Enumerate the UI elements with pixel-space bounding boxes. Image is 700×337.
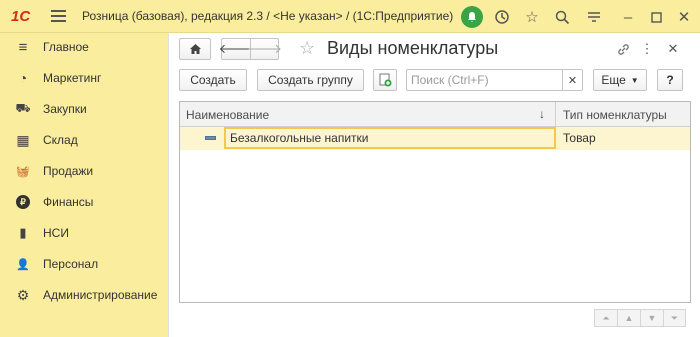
- gear-icon: ⚙: [16, 286, 30, 303]
- scroll-to-bottom-icon[interactable]: ⏷: [663, 309, 686, 327]
- close-icon[interactable]: ✕: [673, 6, 695, 28]
- dropdown-arrow-icon: ▼: [630, 75, 639, 85]
- load-from-excel-button[interactable]: [373, 69, 397, 91]
- truck-icon: ⛟: [15, 101, 31, 115]
- table-row[interactable]: Безалкогольные напитки Товар: [180, 127, 690, 150]
- link-icon[interactable]: [614, 40, 632, 58]
- maximize-icon[interactable]: [645, 6, 667, 28]
- home-button[interactable]: [179, 38, 211, 60]
- cell-name[interactable]: Безалкогольные напитки: [224, 127, 556, 149]
- history-icon[interactable]: [491, 6, 513, 28]
- more-button-label: Еще: [601, 73, 626, 87]
- sidebar-item-label: Склад: [43, 133, 78, 147]
- sidebar-item-label: Закупки: [43, 102, 87, 116]
- sidebar-item-purchases[interactable]: ⛟ Закупки: [0, 97, 168, 121]
- scroll-down-icon[interactable]: ▼: [640, 309, 663, 327]
- more-button[interactable]: Еще ▼: [593, 69, 647, 91]
- forward-arrow-icon[interactable]: 🡒: [247, 39, 282, 59]
- person-icon: 👤: [16, 258, 30, 271]
- search-input[interactable]: [407, 71, 562, 89]
- scroll-to-top-icon[interactable]: ⏶: [594, 309, 617, 327]
- help-button[interactable]: ?: [657, 69, 683, 91]
- sidebar-item-label: НСИ: [43, 226, 69, 240]
- minimize-icon[interactable]: –: [617, 6, 639, 28]
- sidebar-item-marketing[interactable]: ◔ Маркетинг: [0, 66, 168, 90]
- search-icon[interactable]: [551, 6, 573, 28]
- sidebar-item-administration[interactable]: ⚙ Администрирование: [0, 283, 168, 307]
- window-title: Розница (базовая), редакция 2.3 / <Не ук…: [82, 9, 454, 23]
- sort-down-arrow-icon: ↓: [539, 107, 545, 121]
- nomenclature-types-table: Наименование ↓ Тип номенклатуры Безалког…: [179, 101, 691, 303]
- pie-chart-icon: ◔: [18, 70, 28, 86]
- sidebar: ≡ Главное ◔ Маркетинг ⛟ Закупки ▦ Склад …: [0, 33, 168, 337]
- table-header: Наименование ↓ Тип номенклатуры: [180, 102, 690, 127]
- ruble-coin-icon: ₽: [16, 195, 30, 209]
- hamburger-menu-icon[interactable]: [51, 10, 66, 22]
- element-marker-icon: [205, 136, 216, 140]
- clear-search-icon[interactable]: ✕: [562, 70, 582, 90]
- sidebar-item-personnel[interactable]: 👤 Персонал: [0, 252, 168, 276]
- create-button[interactable]: Создать: [179, 69, 247, 91]
- settings-sliders-icon[interactable]: [583, 6, 605, 28]
- sidebar-item-label: Маркетинг: [43, 71, 102, 85]
- sidebar-item-label: Финансы: [43, 195, 94, 209]
- page-title: Виды номенклатуры: [327, 38, 499, 58]
- column-header-name[interactable]: Наименование ↓: [180, 102, 556, 127]
- favorites-star-icon[interactable]: ☆: [521, 6, 543, 28]
- back-arrow-icon[interactable]: 🡐: [219, 39, 254, 59]
- app-logo: 1С: [11, 8, 31, 25]
- more-vertical-icon[interactable]: ⋮: [640, 40, 654, 58]
- scroll-up-icon[interactable]: ▲: [617, 309, 640, 327]
- main-form: 🡐 🡒 ☆ Виды номенклатуры ⋮ ✕ Создать Созд…: [168, 33, 700, 337]
- basket-icon: 🧺: [16, 165, 30, 178]
- sidebar-item-label: Главное: [43, 40, 89, 54]
- search-field: ✕: [406, 69, 583, 91]
- excel-add-icon: [379, 73, 392, 87]
- home-icon: [189, 44, 201, 54]
- sidebar-item-sales[interactable]: 🧺 Продажи: [0, 159, 168, 183]
- sidebar-item-main[interactable]: ≡ Главное: [0, 35, 168, 59]
- sidebar-item-label: Администрирование: [43, 288, 158, 302]
- sidebar-item-label: Продажи: [43, 164, 94, 178]
- table-scroll-buttons: ⏶ ▲ ▼ ⏷: [594, 309, 686, 327]
- form-close-icon[interactable]: ✕: [664, 40, 682, 58]
- create-group-button[interactable]: Создать группу: [257, 69, 364, 91]
- sidebar-item-warehouse[interactable]: ▦ Склад: [0, 128, 168, 152]
- navigation-buttons: 🡐 🡒: [219, 38, 282, 60]
- favorite-star-icon[interactable]: ☆: [299, 38, 315, 59]
- notifications-button[interactable]: [461, 6, 483, 28]
- books-icon: ▮: [19, 225, 27, 240]
- cell-type[interactable]: Товар: [557, 127, 690, 149]
- sidebar-item-finance[interactable]: ₽ Финансы: [0, 190, 168, 214]
- sidebar-item-label: Персонал: [43, 257, 99, 271]
- menu-lines-icon: ≡: [18, 38, 28, 56]
- bell-icon: [461, 6, 483, 28]
- column-header-type[interactable]: Тип номенклатуры: [557, 102, 690, 127]
- title-bar: 1С Розница (базовая), редакция 2.3 / <Не…: [0, 0, 700, 33]
- warehouse-grid-icon: ▦: [16, 131, 30, 148]
- sidebar-item-nsi[interactable]: ▮ НСИ: [0, 221, 168, 245]
